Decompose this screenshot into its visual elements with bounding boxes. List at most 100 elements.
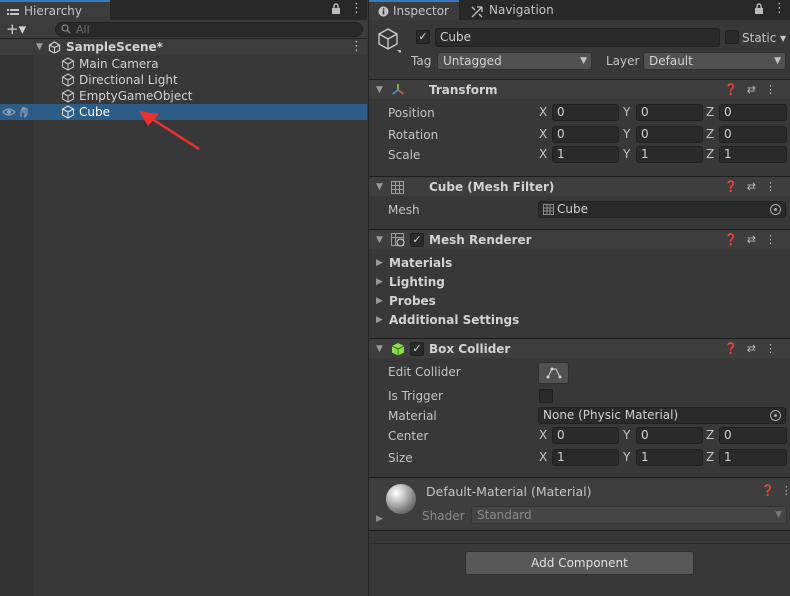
box-collider-enabled-checkbox[interactable]: ✓: [410, 342, 424, 356]
visibility-eye-icon[interactable]: [2, 106, 16, 122]
axis-y-label[interactable]: Y: [623, 449, 630, 466]
add-component-button[interactable]: Add Component: [465, 551, 694, 575]
help-icon: ❓: [724, 83, 747, 96]
axis-x-label[interactable]: X: [539, 427, 547, 444]
component-header-icons[interactable]: ❓⇄⋮: [724, 177, 785, 197]
axis-y-label[interactable]: Y: [623, 104, 630, 121]
scale-y-field[interactable]: 1: [636, 146, 703, 163]
position-y-field[interactable]: 0: [636, 104, 703, 121]
expand-triangle-icon[interactable]: ▼: [376, 339, 383, 359]
kebab-menu-icon[interactable]: ⋮: [773, 1, 786, 17]
divider: [369, 543, 790, 544]
hierarchy-gutter: [0, 39, 33, 596]
tag-dropdown[interactable]: Untagged ▼: [437, 52, 592, 70]
size-y-field[interactable]: 1: [636, 449, 703, 466]
active-checkbox[interactable]: ✓: [416, 30, 430, 44]
kebab-menu-icon[interactable]: ⋮: [350, 1, 363, 17]
tab-navigation[interactable]: Navigation: [465, 0, 565, 20]
axis-z-label[interactable]: Z: [706, 449, 714, 466]
axis-z-label[interactable]: Z: [706, 104, 714, 121]
object-picker-icon[interactable]: [770, 204, 781, 215]
size-label: Size: [388, 451, 413, 465]
mesh-renderer-enabled-checkbox[interactable]: ✓: [410, 233, 424, 247]
component-header-icons[interactable]: ❓⇄⋮: [724, 80, 785, 100]
hierarchy-search-input[interactable]: All: [55, 22, 363, 37]
axis-y-label[interactable]: Y: [623, 427, 630, 444]
transform-title: Transform: [429, 83, 498, 97]
inspector-tab-bar: Inspector Navigation ⋮: [369, 0, 790, 20]
is-trigger-checkbox[interactable]: [539, 389, 553, 403]
center-y-field[interactable]: 0: [636, 427, 703, 444]
foldout-label: Additional Settings: [389, 313, 520, 327]
axis-y-label[interactable]: Y: [623, 126, 630, 143]
chevron-down-icon: ▼: [775, 510, 782, 520]
axis-x-label[interactable]: X: [539, 449, 547, 466]
static-checkbox[interactable]: [725, 30, 739, 44]
scale-z-field[interactable]: 1: [719, 146, 787, 163]
inspector-panel: Inspector Navigation ⋮ ✓ Cube Static ▼ T…: [368, 0, 790, 596]
physic-material-field[interactable]: None (Physic Material): [538, 407, 786, 424]
hierarchy-tab-bar: Hierarchy ⋮: [0, 0, 367, 20]
position-z-field[interactable]: 0: [719, 104, 787, 121]
box-collider-icon: [391, 342, 405, 362]
scene-row[interactable]: ▼ SampleScene* ⋮: [0, 39, 367, 55]
navigation-icon: [471, 4, 483, 24]
hierarchy-item-directional-light[interactable]: Directional Light: [0, 72, 367, 88]
lock-icon[interactable]: [331, 3, 341, 18]
hierarchy-item-empty-game-object[interactable]: EmptyGameObject: [0, 88, 367, 104]
red-arrow-annotation: [139, 111, 200, 151]
component-header-icons[interactable]: ❓⇄⋮: [724, 230, 785, 250]
tab-hierarchy-label: Hierarchy: [24, 4, 83, 18]
collapsed-triangle-icon: ▶: [376, 277, 383, 287]
expand-triangle-icon[interactable]: ▼: [376, 177, 383, 197]
scale-x-field[interactable]: 1: [552, 146, 619, 163]
collapsed-triangle-icon[interactable]: ▶: [376, 514, 383, 524]
axis-x-label[interactable]: X: [539, 146, 547, 163]
mesh-renderer-icon: [391, 233, 405, 253]
lock-icon[interactable]: [754, 3, 764, 18]
object-picker-icon[interactable]: [770, 410, 781, 421]
expand-triangle-icon[interactable]: ▼: [376, 230, 383, 250]
expand-triangle-icon[interactable]: ▼: [36, 39, 43, 55]
component-header-icons[interactable]: ❓⇄⋮: [724, 339, 785, 359]
mesh-filter-header[interactable]: ▼ Cube (Mesh Filter) ❓⇄⋮: [369, 176, 790, 196]
help-icon: ❓: [724, 342, 747, 355]
add-object-button[interactable]: +▾: [6, 20, 26, 38]
axis-z-label[interactable]: Z: [706, 126, 714, 143]
position-x-field[interactable]: 0: [552, 104, 619, 121]
axis-x-label[interactable]: X: [539, 126, 547, 143]
rotation-x-field[interactable]: 0: [552, 126, 619, 143]
static-dropdown-arrow-icon[interactable]: ▼: [780, 34, 786, 43]
axis-z-label[interactable]: Z: [706, 146, 714, 163]
edit-collider-button[interactable]: [538, 362, 569, 384]
material-header-icons[interactable]: ❓⋮: [761, 484, 790, 497]
scene-menu-icon[interactable]: ⋮: [350, 39, 363, 55]
pickable-hand-icon[interactable]: [18, 106, 30, 122]
transform-header[interactable]: ▼ Transform ❓⇄⋮: [369, 79, 790, 99]
edit-collider-icon: [546, 367, 562, 379]
presets-icon: ⇄: [746, 83, 765, 96]
list-item-label: Main Camera: [79, 57, 159, 71]
shader-dropdown[interactable]: Standard ▼: [471, 506, 787, 524]
gameobject-cube-icon: [377, 28, 403, 57]
transform-icon: [391, 83, 405, 103]
size-z-field[interactable]: 1: [719, 449, 787, 466]
layer-dropdown[interactable]: Default ▼: [643, 52, 786, 70]
tab-hierarchy[interactable]: Hierarchy: [0, 0, 110, 20]
axis-y-label[interactable]: Y: [623, 146, 630, 163]
box-collider-header[interactable]: ▼ ✓ Box Collider ❓⇄⋮: [369, 338, 790, 358]
tab-inspector[interactable]: Inspector: [369, 0, 459, 20]
expand-triangle-icon[interactable]: ▼: [376, 80, 383, 100]
size-x-field[interactable]: 1: [552, 449, 619, 466]
hierarchy-item-main-camera[interactable]: Main Camera: [0, 56, 367, 72]
center-z-field[interactable]: 0: [719, 427, 787, 444]
presets-icon: ⇄: [746, 342, 765, 355]
mesh-renderer-header[interactable]: ▼ ✓ Mesh Renderer ❓⇄⋮: [369, 229, 790, 249]
object-name-field[interactable]: Cube: [435, 28, 720, 47]
center-x-field[interactable]: 0: [552, 427, 619, 444]
rotation-y-field[interactable]: 0: [636, 126, 703, 143]
axis-x-label[interactable]: X: [539, 104, 547, 121]
rotation-z-field[interactable]: 0: [719, 126, 787, 143]
axis-z-label[interactable]: Z: [706, 427, 714, 444]
mesh-object-field[interactable]: Cube: [538, 201, 786, 218]
